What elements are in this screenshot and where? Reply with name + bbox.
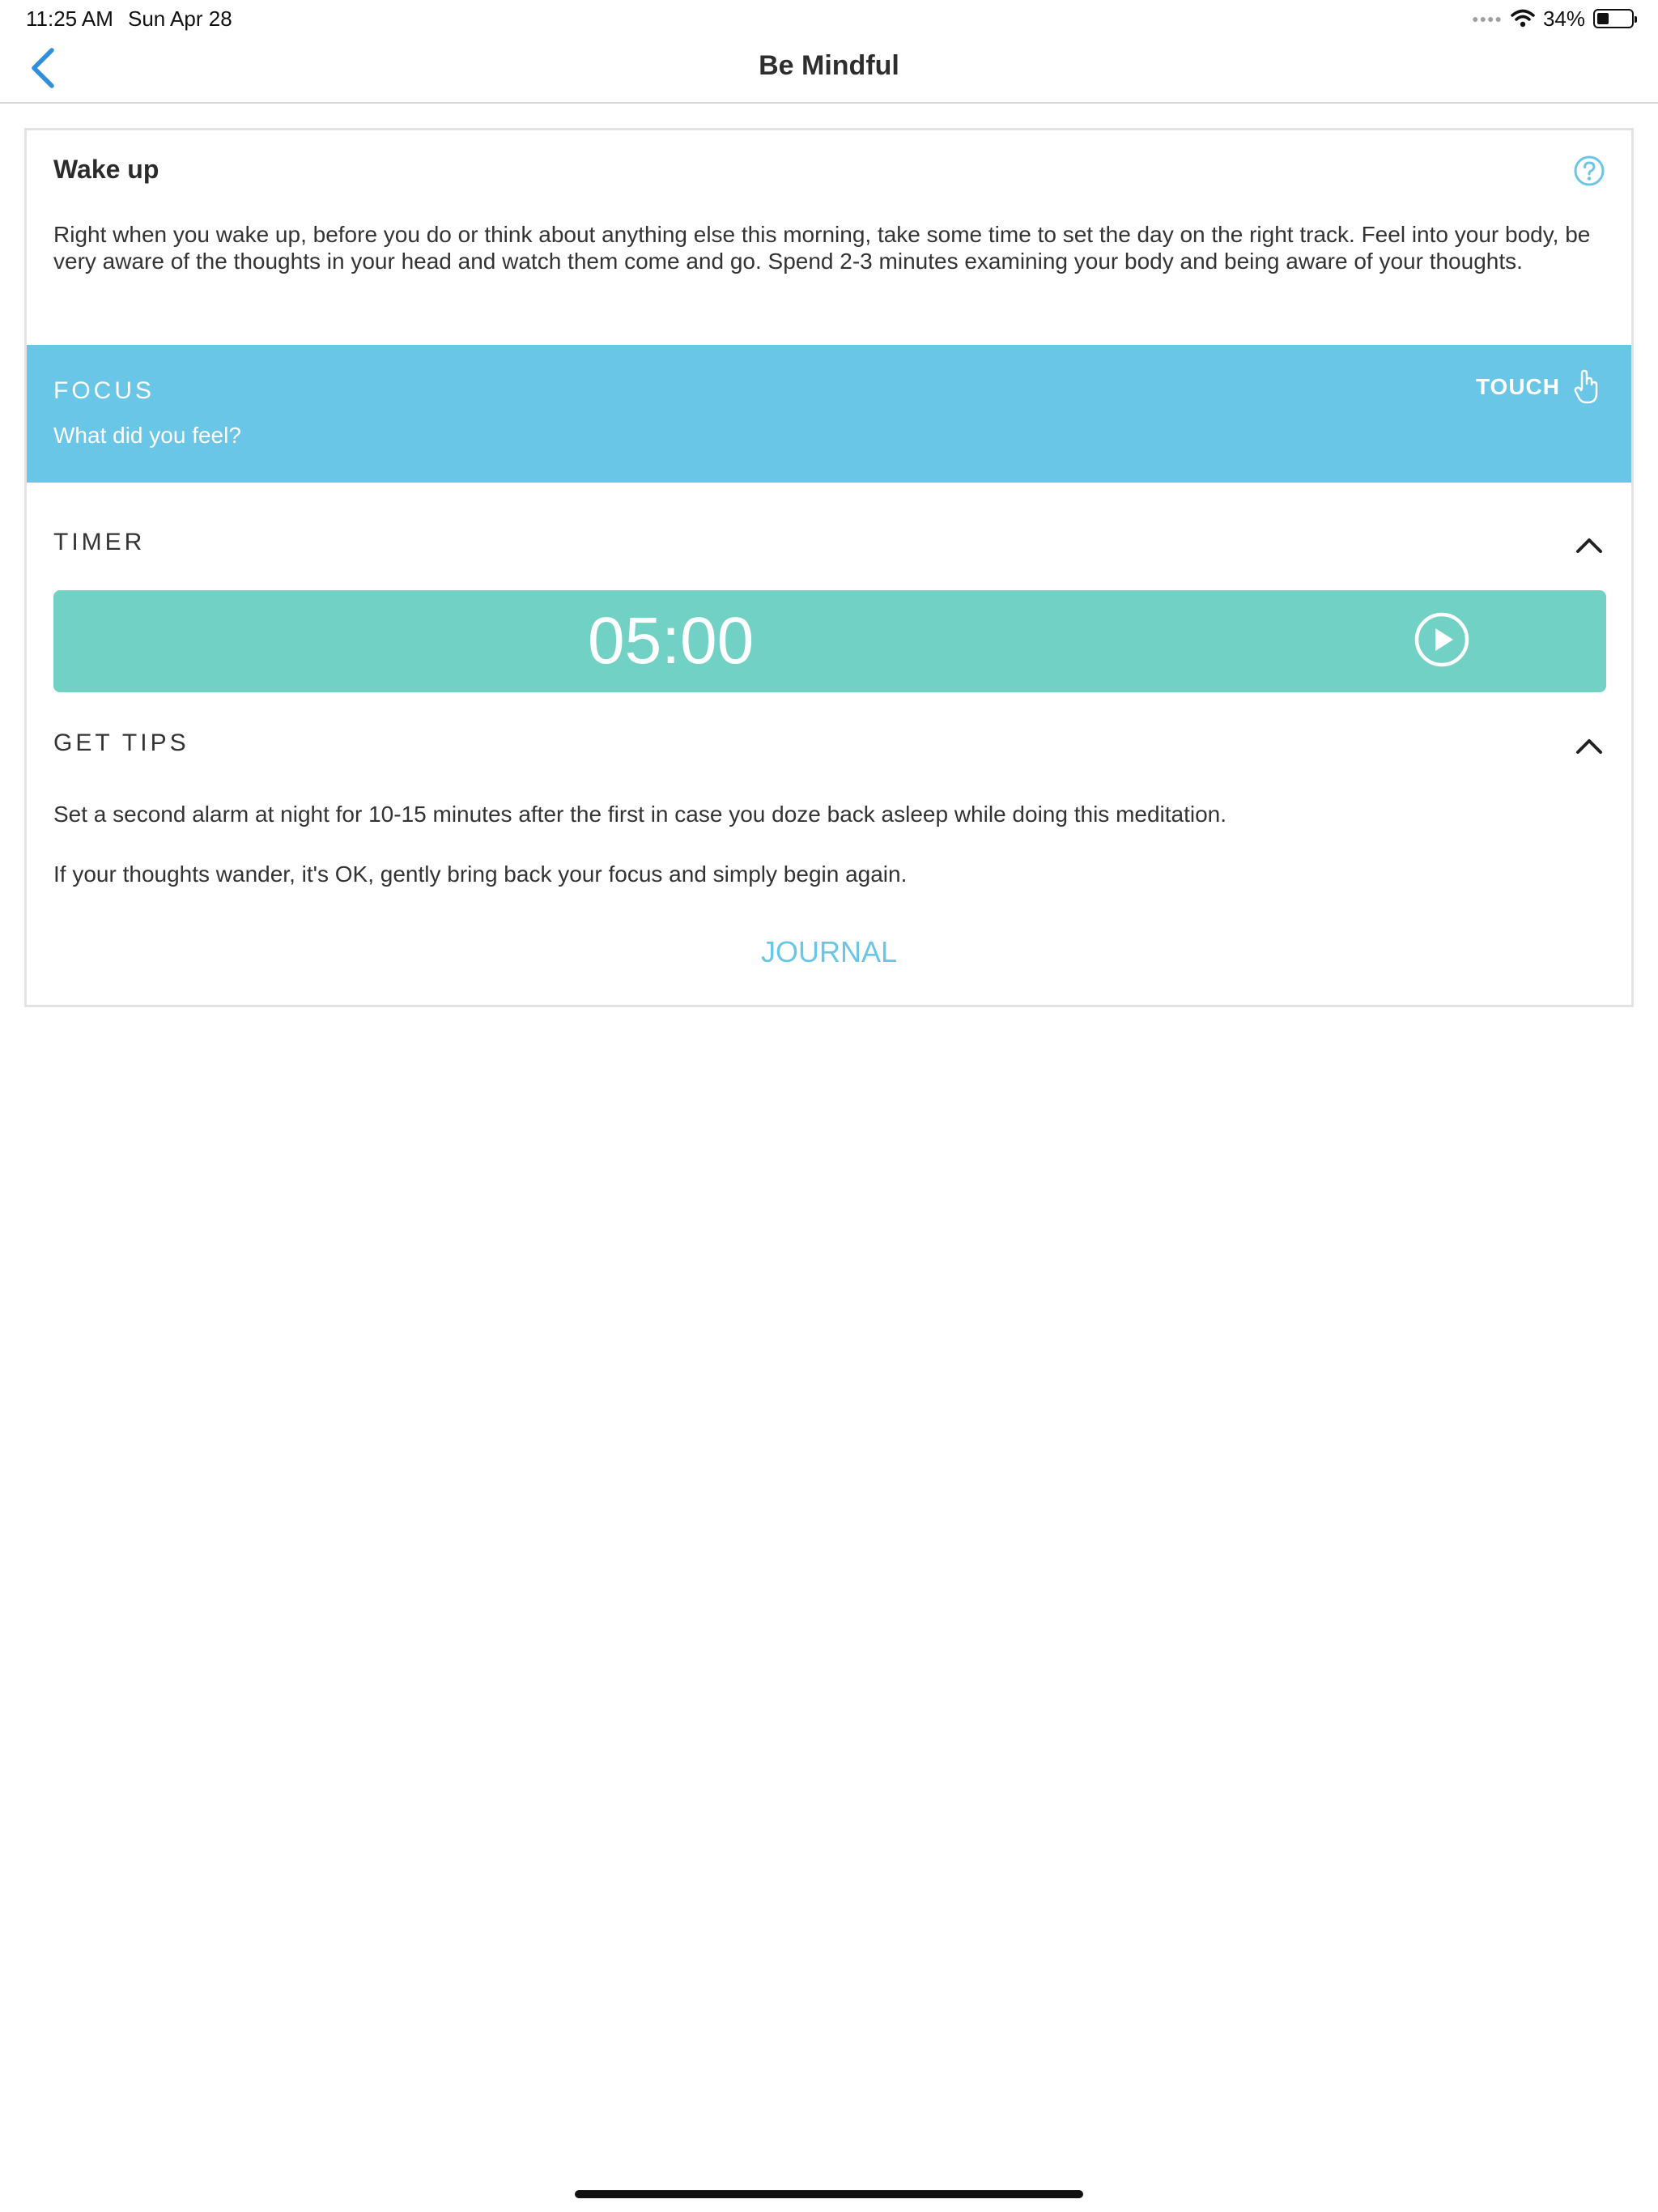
navigation-bar: Be Mindful <box>0 37 1658 104</box>
question-circle-icon[interactable] <box>1573 155 1605 187</box>
journal-button[interactable]: JOURNAL <box>27 935 1631 969</box>
wifi-icon <box>1511 9 1535 28</box>
focus-label: FOCUS <box>53 377 155 404</box>
exercise-description: Right when you wake up, before you do or… <box>53 222 1591 274</box>
chevron-up-icon[interactable] <box>1573 734 1605 757</box>
timer-bar: 05:00 <box>53 590 1606 692</box>
exercise-card: Wake up Right when you wake up, before y… <box>24 128 1634 1007</box>
battery-level <box>1597 13 1609 24</box>
tip-item: If your thoughts wander, it's OK, gently… <box>53 861 908 887</box>
tips-label: GET TIPS <box>53 730 189 756</box>
home-indicator <box>575 2190 1083 2198</box>
play-circle-icon[interactable] <box>1414 611 1470 668</box>
hand-pointer-icon <box>1574 369 1598 404</box>
chevron-up-icon[interactable] <box>1573 534 1605 556</box>
focus-section[interactable]: FOCUS What did you feel? TOUCH <box>27 345 1631 483</box>
exercise-title: Wake up <box>53 155 159 184</box>
status-date: Sun Apr 28 <box>128 6 232 31</box>
timer-label: TIMER <box>53 529 146 555</box>
touch-button[interactable]: TOUCH <box>1476 369 1601 405</box>
page-title: Be Mindful <box>759 50 899 81</box>
focus-question: What did you feel? <box>53 423 241 448</box>
battery-percent: 34% <box>1542 6 1585 31</box>
status-bar: 11:25 AM Sun Apr 28 ●●●● 34% <box>0 0 1658 37</box>
battery-icon <box>1593 9 1637 28</box>
tip-item: Set a second alarm at night for 10-15 mi… <box>53 802 1227 827</box>
status-time: 11:25 AM <box>26 6 113 31</box>
touch-label: TOUCH <box>1475 374 1560 399</box>
status-indicators: ●●●● 34% <box>1472 6 1637 31</box>
signal-dots-icon: ●●●● <box>1472 12 1503 25</box>
timer-value: 05:00 <box>588 604 755 678</box>
